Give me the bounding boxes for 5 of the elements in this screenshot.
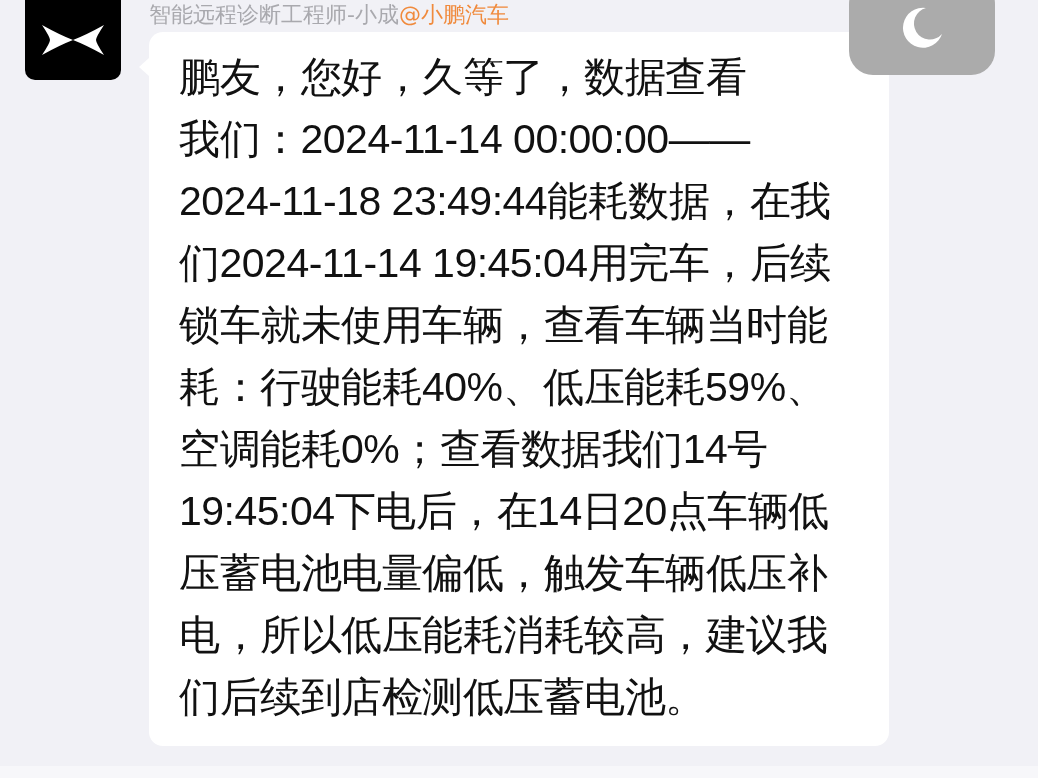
- sender-name: 智能远程诊断工程师-小成: [149, 4, 399, 26]
- message-text: 鹏友，您好，久等了，数据查看 我们：2024-11-14 00:00:00—— 2024-11-18 23:49:44能耗数据，在我 们2024-11-14 19:45:04用完车，后续 锁车就未使用车辆，查看车辆当时能 耗：行驶能耗40%、低压能耗59%、 空调能耗0%；查看数据我们14号 19:45:04下电后，在14日20点车辆低 压蓄电池电量偏低，触发车辆低压补 电，所以低压能耗消耗较高，建议我 们后续到店检测低压蓄电池。: [179, 53, 832, 722]
- mention-link[interactable]: @小鹏汽车: [398, 4, 509, 26]
- avatar-logo-icon: [25, 0, 121, 80]
- dark-mode-button[interactable]: [849, 0, 995, 75]
